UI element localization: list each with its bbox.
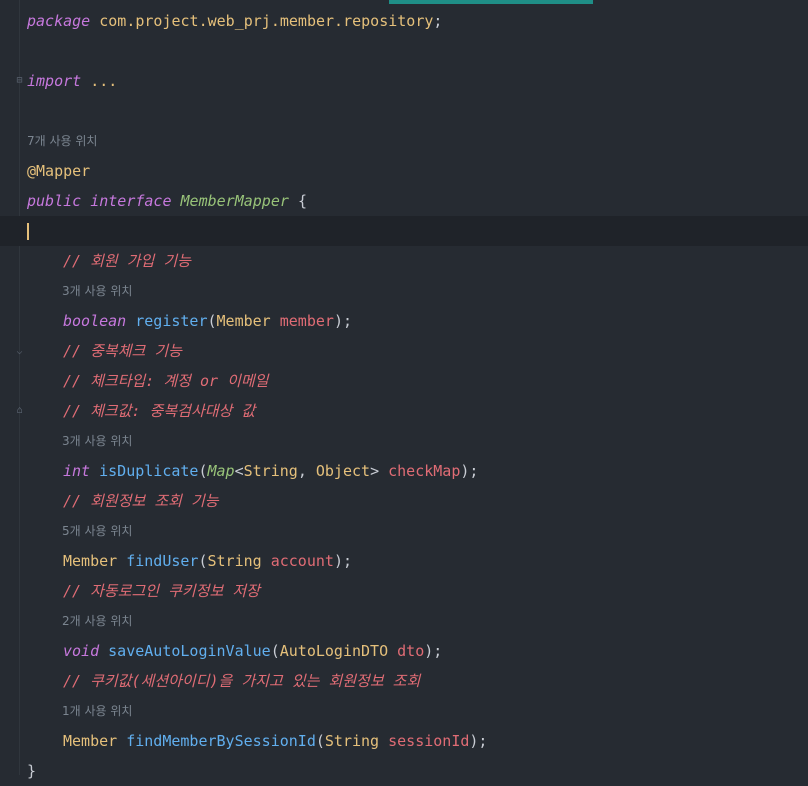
code-editor[interactable]: ⊟ ⌵ ⌂ package com.project.web_prj.member… bbox=[0, 0, 808, 780]
usage-hint-text[interactable]: 5개 사용 위치 bbox=[62, 516, 132, 546]
code-line-current[interactable] bbox=[0, 216, 808, 246]
code-line-comment[interactable]: // 중복체크 기능 bbox=[0, 336, 808, 366]
return-type: Member bbox=[63, 552, 118, 570]
code-line-comment[interactable]: // 쿠키값(세션아이디)을 가지고 있는 회원정보 조회 bbox=[0, 666, 808, 696]
comment-text: // 중복체크 기능 bbox=[63, 342, 182, 360]
code-line-comment[interactable]: // 회원 가입 기능 bbox=[0, 246, 808, 276]
comma: , bbox=[297, 462, 316, 480]
usage-hint-text[interactable]: 1개 사용 위치 bbox=[62, 696, 132, 726]
semicolon: ; bbox=[433, 12, 443, 30]
comment-text: // 체크값: 중복검사대상 값 bbox=[63, 402, 256, 420]
keyword-public: public bbox=[27, 192, 82, 210]
usage-hint-isduplicate[interactable]: 3개 사용 위치 bbox=[0, 426, 808, 456]
param-type-map: Map bbox=[207, 462, 235, 480]
paren-close: ); bbox=[469, 732, 488, 750]
comment-text: // 자동로그인 쿠키정보 저장 bbox=[63, 582, 260, 600]
usage-hint-interface[interactable]: 7개 사용 위치 bbox=[0, 126, 808, 156]
code-line-findbysession[interactable]: Member findMemberBySessionId(String sess… bbox=[0, 726, 808, 756]
param-type: String bbox=[207, 552, 262, 570]
active-tab-indicator bbox=[389, 0, 593, 4]
return-type: int bbox=[63, 462, 91, 480]
method-name: findUser bbox=[126, 552, 199, 570]
code-line-comment[interactable]: // 체크타입: 계정 or 이메일 bbox=[0, 366, 808, 396]
code-line-comment[interactable]: // 자동로그인 쿠키정보 저장 bbox=[0, 576, 808, 606]
usage-hint-text[interactable]: 2개 사용 위치 bbox=[62, 606, 132, 636]
usage-hint-finduser[interactable]: 5개 사용 위치 bbox=[0, 516, 808, 546]
code-line-annotation[interactable]: @Mapper bbox=[0, 156, 808, 186]
paren-open: ( bbox=[315, 732, 325, 750]
paren-close: ); bbox=[333, 312, 352, 330]
return-type: boolean bbox=[63, 312, 127, 330]
param-name: account bbox=[270, 552, 334, 570]
comment-text: // 회원 가입 기능 bbox=[63, 252, 191, 270]
param-name: sessionId bbox=[388, 732, 470, 750]
open-brace: { bbox=[297, 192, 307, 210]
param-name: member bbox=[279, 312, 334, 330]
annotation-mapper: @Mapper bbox=[27, 162, 91, 180]
code-line-isduplicate[interactable]: int isDuplicate(Map<String, Object> chec… bbox=[0, 456, 808, 486]
paren-open: ( bbox=[198, 462, 208, 480]
close-brace: } bbox=[27, 762, 37, 780]
param-type: AutoLoginDTO bbox=[279, 642, 389, 660]
paren-open: ( bbox=[207, 312, 217, 330]
paren-close: ); bbox=[424, 642, 443, 660]
code-line-interface-decl[interactable]: public interface MemberMapper { bbox=[0, 186, 808, 216]
comment-text: // 체크타입: 계정 or 이메일 bbox=[63, 372, 269, 390]
method-name: isDuplicate bbox=[99, 462, 199, 480]
generic-type-value: Object bbox=[315, 462, 371, 480]
return-type: void bbox=[63, 642, 100, 660]
param-name: checkMap bbox=[388, 462, 461, 480]
keyword-import: import bbox=[27, 72, 82, 90]
paren-open: ( bbox=[270, 642, 280, 660]
usage-hint-text[interactable]: 3개 사용 위치 bbox=[62, 276, 132, 306]
generic-type-key: String bbox=[243, 462, 298, 480]
text-caret bbox=[27, 223, 29, 240]
usage-hint-saveautologin[interactable]: 2개 사용 위치 bbox=[0, 606, 808, 636]
code-line-package[interactable]: package com.project.web_prj.member.repos… bbox=[0, 6, 808, 36]
code-line-comment[interactable]: // 회원정보 조회 기능 bbox=[0, 486, 808, 516]
import-collapsed-ellipsis[interactable]: ... bbox=[90, 72, 117, 90]
comment-text: // 회원정보 조회 기능 bbox=[63, 492, 219, 510]
code-line-comment[interactable]: // 체크값: 중복검사대상 값 bbox=[0, 396, 808, 426]
return-type: Member bbox=[63, 732, 118, 750]
param-type: Member bbox=[216, 312, 271, 330]
param-name: dto bbox=[397, 642, 425, 660]
code-line-finduser[interactable]: Member findUser(String account); bbox=[0, 546, 808, 576]
comment-text: // 쿠키값(세션아이디)을 가지고 있는 회원정보 조회 bbox=[63, 672, 421, 690]
usage-hint-findbysession[interactable]: 1개 사용 위치 bbox=[0, 696, 808, 726]
paren-close: ); bbox=[460, 462, 479, 480]
generic-open: < bbox=[234, 462, 244, 480]
method-name: register bbox=[135, 312, 208, 330]
usage-hint-register[interactable]: 3개 사용 위치 bbox=[0, 276, 808, 306]
code-line-saveautologin[interactable]: void saveAutoLoginValue(AutoLoginDTO dto… bbox=[0, 636, 808, 666]
keyword-interface: interface bbox=[90, 192, 172, 210]
generic-close: > bbox=[370, 462, 380, 480]
interface-name: MemberMapper bbox=[180, 192, 289, 210]
package-path: com.project.web_prj.member.repository bbox=[99, 12, 434, 30]
method-name: saveAutoLoginValue bbox=[108, 642, 271, 660]
code-line-register[interactable]: boolean register(Member member); bbox=[0, 306, 808, 336]
paren-close: ); bbox=[333, 552, 352, 570]
usage-hint-text[interactable]: 7개 사용 위치 bbox=[27, 126, 97, 156]
usage-hint-text[interactable]: 3개 사용 위치 bbox=[62, 426, 132, 456]
keyword-package: package bbox=[27, 12, 91, 30]
code-line-import[interactable]: import ... bbox=[0, 66, 808, 96]
paren-open: ( bbox=[198, 552, 208, 570]
method-name: findMemberBySessionId bbox=[126, 732, 316, 750]
param-type: String bbox=[324, 732, 380, 750]
code-line-closing-brace[interactable]: } bbox=[0, 756, 808, 786]
